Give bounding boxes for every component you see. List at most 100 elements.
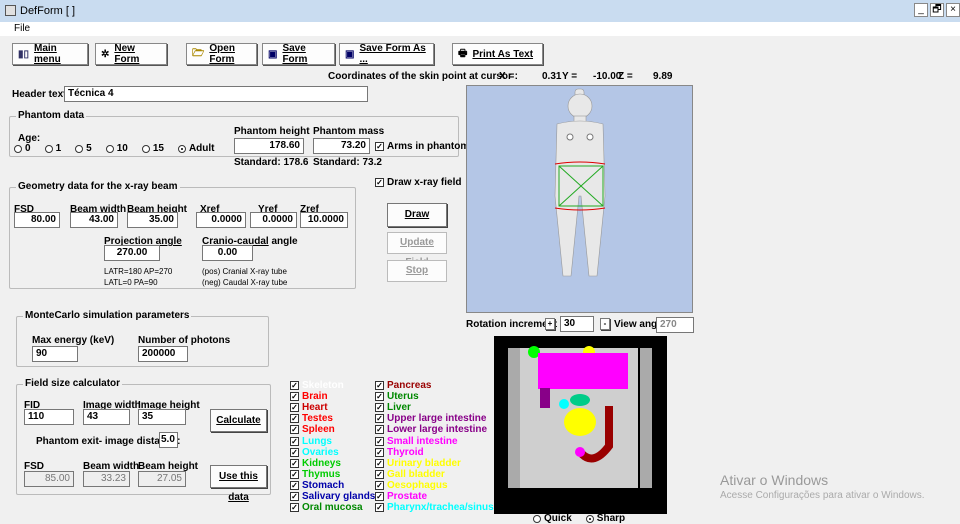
organ-checkbox[interactable]: ✓ <box>290 414 299 424</box>
organ-toggle-brain[interactable]: ✓ Brain <box>290 391 375 402</box>
age-option-1[interactable]: 1 <box>44 143 61 154</box>
organ-toggle-lungs[interactable]: ✓ Lungs <box>290 435 375 447</box>
organ-toggle-upper-large-intestine[interactable]: ✓ Upper large intestine <box>375 413 494 424</box>
arms-in-phantom-checkbox[interactable]: ✓ Arms in phantom <box>375 141 469 152</box>
organ-toggle-testes[interactable]: ✓ Testes <box>290 413 375 424</box>
age-radio-10[interactable] <box>105 144 114 153</box>
organ-toggle-lower-large-intestine[interactable]: ✓ Lower large intestine <box>375 424 494 435</box>
age-radio-1[interactable] <box>44 144 53 153</box>
use-this-data-button[interactable]: Use this data <box>210 465 267 503</box>
render-sharp-radio[interactable] <box>585 514 594 523</box>
open-form-button[interactable]: 🗁 Open Form <box>186 43 257 65</box>
update-field-button[interactable]: Update Field <box>387 232 447 268</box>
max-energy-input[interactable]: 90 <box>32 346 78 362</box>
organ-checkbox[interactable]: ✓ <box>290 469 299 479</box>
organ-checkbox[interactable]: ✓ <box>375 381 384 391</box>
fsd-input[interactable]: 80.00 <box>14 212 60 228</box>
age-radio-adult[interactable] <box>177 144 186 153</box>
phantom-height-input[interactable]: 178.60 <box>234 138 304 154</box>
organ-checkbox[interactable]: ✓ <box>375 503 384 513</box>
header-text-input[interactable]: Técnica 4 <box>64 86 368 102</box>
organ-checkbox[interactable]: ✓ <box>290 447 299 457</box>
age-option-10[interactable]: 10 <box>105 143 128 154</box>
projection-angle-input[interactable]: 270.00 <box>104 245 160 261</box>
organ-checkbox[interactable]: ✓ <box>290 503 299 513</box>
rotate-right-button[interactable]: - <box>600 318 610 330</box>
photons-input[interactable]: 200000 <box>138 346 188 362</box>
arms-checkbox-box[interactable]: ✓ <box>375 142 384 151</box>
organ-checkbox[interactable]: ✓ <box>375 480 384 490</box>
beam-height-input[interactable]: 35.00 <box>127 212 178 228</box>
save-form-as-button[interactable]: ▣ Save Form As ... <box>339 43 434 65</box>
organ-checkbox[interactable]: ✓ <box>290 458 299 468</box>
print-as-text-button[interactable]: 🖶 Print As Text <box>452 43 543 65</box>
organ-toggle-thyroid[interactable]: ✓ Thyroid <box>375 447 494 458</box>
zref-input[interactable]: 10.0000 <box>300 212 348 228</box>
organ-toggle-stomach[interactable]: ✓ Stomach <box>290 480 375 491</box>
rotation-increment-input[interactable]: 30 <box>560 316 594 332</box>
phantom-mass-input[interactable]: 73.20 <box>313 138 370 154</box>
organ-checkbox[interactable]: ✓ <box>290 381 299 391</box>
minimize-button[interactable]: _ <box>914 3 928 17</box>
draw-xray-field-checkbox[interactable]: ✓ Draw x-ray field <box>375 177 461 188</box>
organ-toggle-ovaries[interactable]: ✓ Ovaries <box>290 447 375 458</box>
organ-checkbox[interactable]: ✓ <box>375 425 384 435</box>
age-option-adult[interactable]: Adult <box>177 143 214 154</box>
fid-input[interactable]: 110 <box>24 409 74 425</box>
image-height-input[interactable]: 35 <box>138 409 186 425</box>
organ-checkbox[interactable]: ✓ <box>375 447 384 457</box>
organ-toggle-urinary-bladder[interactable]: ✓ Urinary bladder <box>375 458 494 469</box>
xref-input[interactable]: 0.0000 <box>196 212 246 228</box>
view-angle-input[interactable]: 270 <box>656 317 694 333</box>
render-quick-option[interactable]: Quick <box>533 513 572 524</box>
stop-button[interactable]: Stop <box>387 260 447 282</box>
exit-distance-input[interactable]: 5.0 <box>159 432 178 448</box>
organ-checkbox[interactable]: ✓ <box>375 436 384 446</box>
render-sharp-option[interactable]: Sharp <box>585 513 625 524</box>
render-quick-radio[interactable] <box>533 514 541 523</box>
save-form-button[interactable]: ▣ Save Form <box>262 43 335 65</box>
organ-checkbox[interactable]: ✓ <box>375 392 384 402</box>
organ-checkbox[interactable]: ✓ <box>375 491 384 501</box>
organ-checkbox[interactable]: ✓ <box>290 436 299 446</box>
organ-checkbox[interactable]: ✓ <box>375 458 384 468</box>
age-radio-15[interactable] <box>141 144 150 153</box>
yref-input[interactable]: 0.0000 <box>250 212 297 228</box>
calculate-button[interactable]: Calculate <box>210 409 267 432</box>
organ-toggle-spleen[interactable]: ✓ Spleen <box>290 424 375 435</box>
organ-toggle-liver[interactable]: ✓ Liver <box>375 402 494 413</box>
organ-toggle-small-intestine[interactable]: ✓ Small intestine <box>375 435 494 447</box>
beam-width-input[interactable]: 43.00 <box>70 212 118 228</box>
organ-checkbox[interactable]: ✓ <box>290 392 299 402</box>
organ-checkbox[interactable]: ✓ <box>290 491 299 501</box>
age-option-15[interactable]: 15 <box>141 143 164 154</box>
restore-button[interactable]: 🗗 <box>930 3 944 17</box>
organ-toggle-gall-bladder[interactable]: ✓ Gall bladder <box>375 469 494 480</box>
ct-slice-view[interactable] <box>494 336 667 514</box>
phantom-3d-view[interactable] <box>466 85 693 313</box>
organ-toggle-thymus[interactable]: ✓ Thymus <box>290 469 375 480</box>
organ-checkbox[interactable]: ✓ <box>375 469 384 479</box>
age-radio-5[interactable] <box>75 144 84 153</box>
organ-checkbox[interactable]: ✓ <box>375 403 384 413</box>
cranio-caudal-input[interactable]: 0.00 <box>202 245 253 261</box>
draw-button[interactable]: Draw <box>387 203 447 227</box>
age-option-0[interactable]: 0 <box>14 143 31 154</box>
main-menu-button[interactable]: ▮▯ Main menu <box>12 43 88 65</box>
close-button[interactable]: × <box>946 3 960 17</box>
organ-toggle-prostate[interactable]: ✓ Prostate <box>375 491 494 502</box>
organ-checkbox[interactable]: ✓ <box>375 414 384 424</box>
rotate-left-button[interactable]: + <box>545 318 555 330</box>
image-width-input[interactable]: 43 <box>83 409 130 425</box>
age-option-5[interactable]: 5 <box>75 143 92 154</box>
organ-toggle-pharynx-trachea-sinus[interactable]: ✓ Pharynx/trachea/sinus <box>375 502 494 513</box>
organ-toggle-oral-mucosa[interactable]: ✓ Oral mucosa <box>290 502 375 513</box>
organ-toggle-oesophagus[interactable]: ✓ Oesophagus <box>375 480 494 491</box>
organ-checkbox[interactable]: ✓ <box>290 425 299 435</box>
organ-checkbox[interactable]: ✓ <box>290 480 299 490</box>
menu-file[interactable]: File <box>14 23 30 34</box>
age-radio-0[interactable] <box>14 144 22 153</box>
new-form-button[interactable]: ✲ New Form <box>95 43 167 65</box>
organ-toggle-uterus[interactable]: ✓ Uterus <box>375 391 494 402</box>
organ-checkbox[interactable]: ✓ <box>290 403 299 413</box>
